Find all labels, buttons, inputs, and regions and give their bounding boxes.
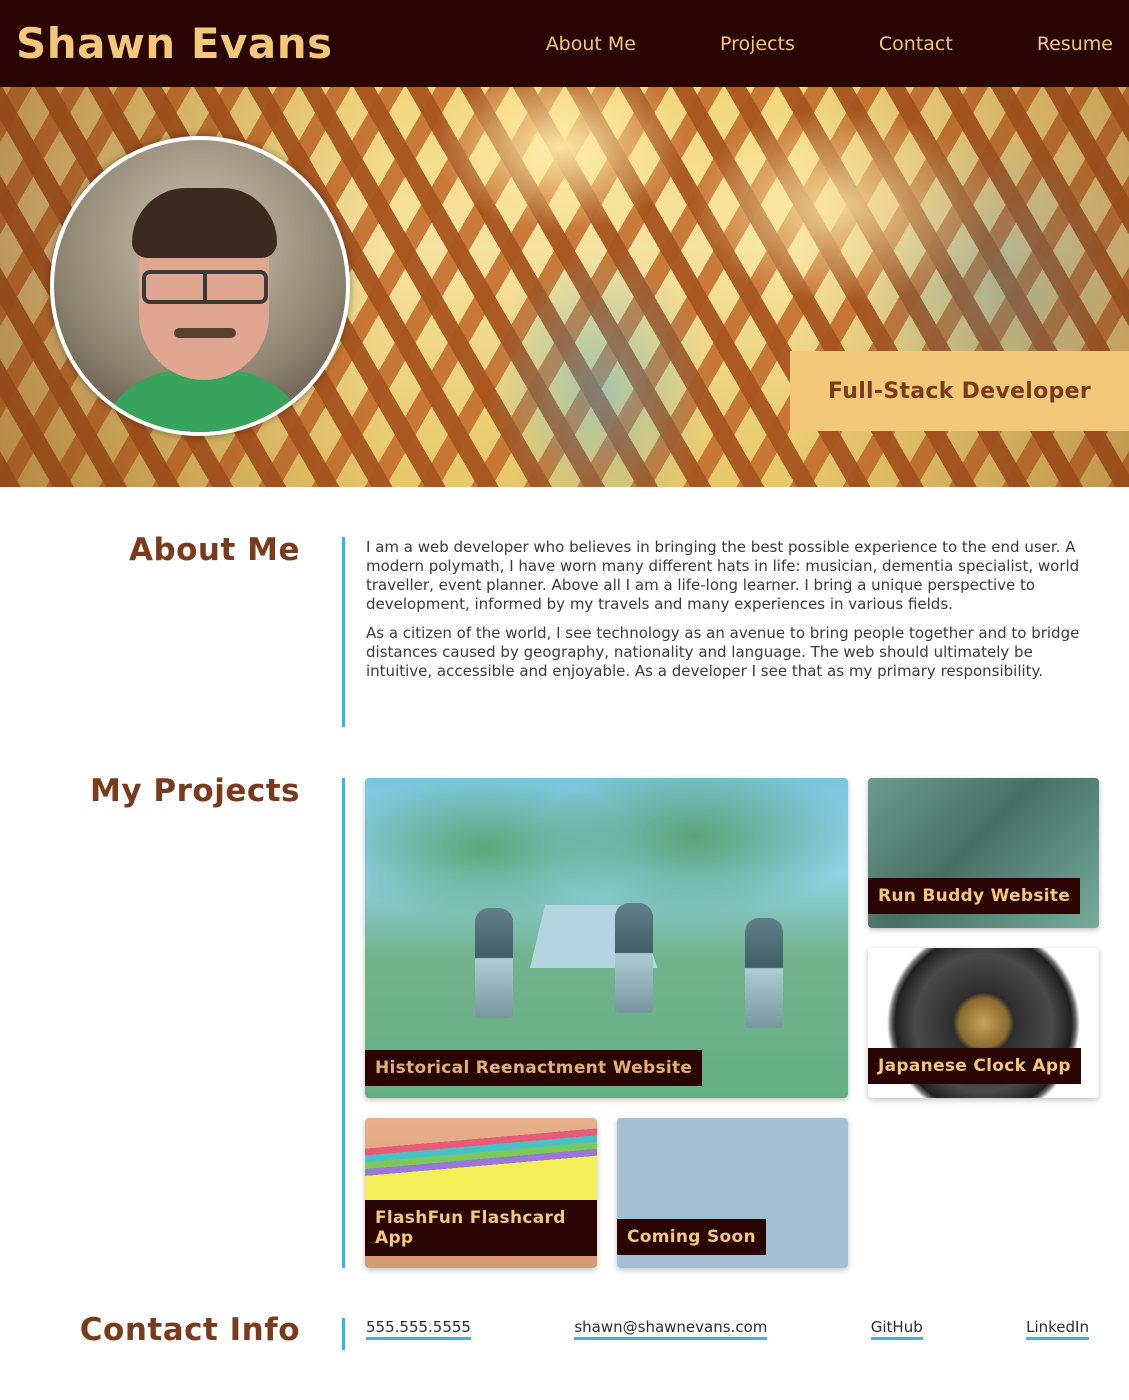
github-link[interactable]: GitHub bbox=[870, 1318, 923, 1340]
about-text: I am a web developer who believes in bri… bbox=[366, 538, 1088, 691]
nav-projects[interactable]: Projects bbox=[720, 33, 795, 55]
project-label[interactable]: Japanese Clock App bbox=[868, 1048, 1081, 1084]
project-card-run-buddy[interactable]: Run Buddy Website bbox=[868, 778, 1099, 928]
site-title[interactable]: Shawn Evans bbox=[16, 19, 333, 68]
about-heading: About Me bbox=[128, 532, 300, 568]
about-divider bbox=[342, 537, 345, 727]
hero-banner: Full-Stack Developer bbox=[0, 87, 1129, 487]
main-nav: About Me Projects Contact Resume bbox=[486, 0, 1129, 87]
project-card-historical-reenactment[interactable]: Historical Reenactment Website bbox=[365, 778, 848, 1098]
project-card-coming-soon[interactable]: Coming Soon bbox=[617, 1118, 848, 1268]
nav-resume[interactable]: Resume bbox=[1037, 33, 1113, 55]
linkedin-link[interactable]: LinkedIn bbox=[1026, 1318, 1089, 1340]
avatar-mustache bbox=[174, 328, 236, 338]
nav-about-me[interactable]: About Me bbox=[546, 33, 636, 55]
nav-contact[interactable]: Contact bbox=[879, 33, 953, 55]
project-label[interactable]: Run Buddy Website bbox=[868, 878, 1081, 914]
about-paragraph: I am a web developer who believes in bri… bbox=[366, 538, 1080, 613]
contact-divider bbox=[342, 1318, 345, 1350]
contact-links: 555.555.5555 shawn@shawnevans.com GitHub… bbox=[366, 1318, 1089, 1340]
avatar bbox=[50, 136, 350, 436]
project-label[interactable]: Historical Reenactment Website bbox=[365, 1050, 703, 1086]
avatar-hair bbox=[132, 188, 277, 258]
project-label[interactable]: Coming Soon bbox=[617, 1219, 766, 1255]
projects-heading: My Projects bbox=[90, 773, 300, 809]
project-card-japanese-clock[interactable]: Japanese Clock App bbox=[868, 948, 1099, 1098]
phone-link[interactable]: 555.555.5555 bbox=[366, 1318, 471, 1340]
project-label[interactable]: FlashFun Flashcard App bbox=[365, 1200, 597, 1256]
email-link[interactable]: shawn@shawnevans.com bbox=[574, 1318, 768, 1340]
project-card-flashfun[interactable]: FlashFun Flashcard App bbox=[365, 1118, 597, 1268]
contact-heading: Contact Info bbox=[79, 1312, 300, 1348]
about-paragraph: As a citizen of the world, I see technol… bbox=[366, 624, 1080, 680]
projects-divider bbox=[342, 778, 345, 1268]
hero-tagline: Full-Stack Developer bbox=[790, 351, 1129, 431]
site-header: Shawn Evans About Me Projects Contact Re… bbox=[0, 0, 1129, 87]
avatar-glasses bbox=[142, 270, 268, 304]
